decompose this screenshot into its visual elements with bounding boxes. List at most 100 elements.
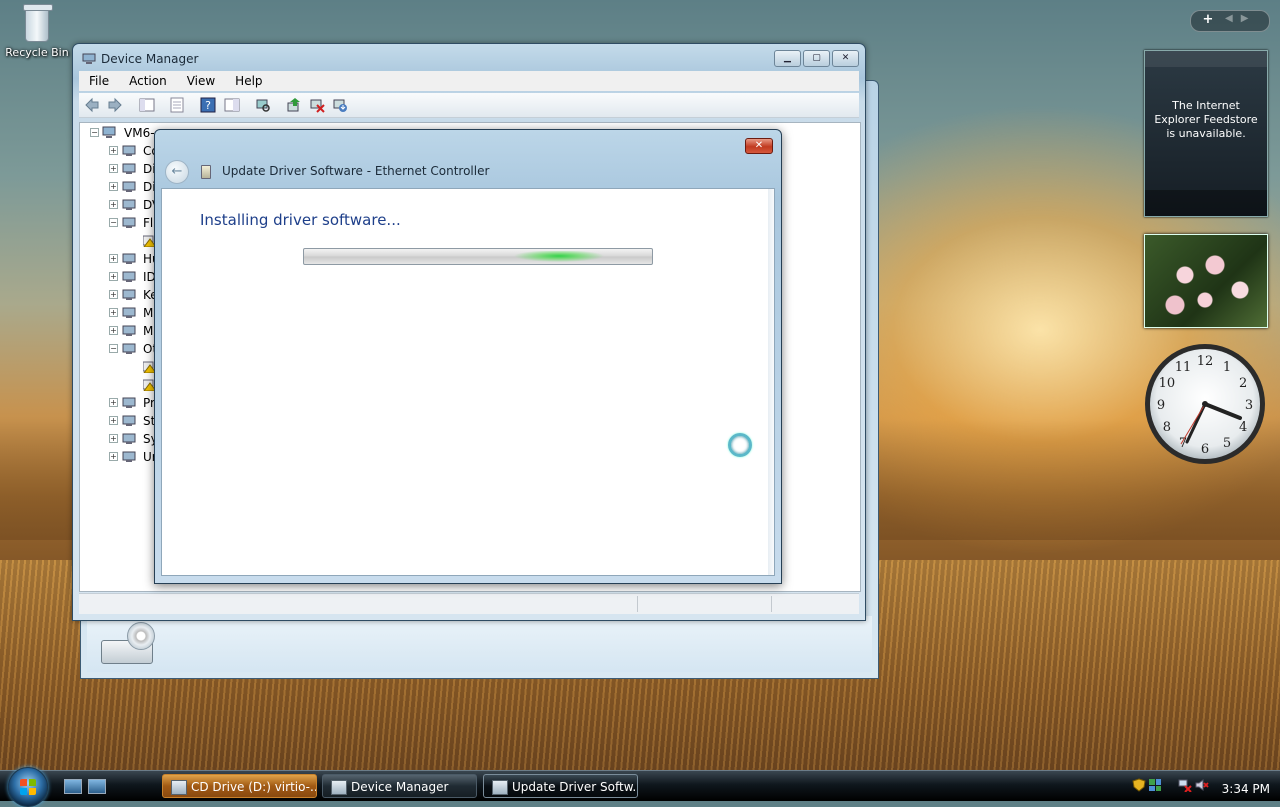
- security-shield-icon[interactable]: [1132, 778, 1146, 792]
- clock-numeral: 3: [1245, 398, 1253, 413]
- device-category-icon: [122, 217, 136, 228]
- clock-face-icon: 12 12 3 45678 9 1011: [1145, 344, 1265, 464]
- feed-headlines-gadget[interactable]: The Internet Explorer Feedstore is unava…: [1144, 50, 1268, 217]
- back-button[interactable]: ←: [165, 160, 189, 184]
- disable-device-icon[interactable]: [332, 97, 348, 113]
- taskbar-clock[interactable]: 3:34 PM: [1222, 777, 1270, 801]
- clock-numeral: 12: [1197, 354, 1214, 369]
- switch-windows-icon[interactable]: [88, 779, 106, 794]
- feed-gadget-message: The Internet Explorer Feedstore is unava…: [1154, 99, 1258, 140]
- windows-logo-icon: [20, 779, 36, 795]
- taskbar: CD Drive (D:) virtio-... Device Manager Up…: [0, 767, 1280, 807]
- show-hide-tree-icon[interactable]: [139, 97, 155, 113]
- computer-icon: [102, 126, 116, 138]
- taskbar-button-label: Device Manager: [351, 780, 449, 794]
- progress-marquee-glow: [514, 251, 604, 262]
- dialog-title: Update Driver Software - Ethernet Contro…: [222, 164, 490, 178]
- update-driver-icon[interactable]: [286, 97, 302, 113]
- expand-icon[interactable]: +: [109, 164, 118, 173]
- expand-icon[interactable]: +: [109, 416, 118, 425]
- collapse-icon[interactable]: −: [109, 218, 118, 227]
- menu-help[interactable]: Help: [225, 71, 272, 91]
- clock-numeral: 2: [1239, 376, 1247, 391]
- expand-icon[interactable]: +: [109, 254, 118, 263]
- device-category-icon: [122, 451, 136, 462]
- device-category-icon: [122, 307, 136, 318]
- action-pane-icon[interactable]: [224, 97, 240, 113]
- device-category-icon: [122, 415, 136, 426]
- device-category-icon: [122, 181, 136, 192]
- device-category-icon: [122, 289, 136, 300]
- toolbar: ?: [79, 93, 859, 118]
- menu-file[interactable]: File: [79, 71, 119, 91]
- notification-area: 3:34 PM: [1128, 774, 1280, 798]
- recycle-bin-shortcut[interactable]: Recycle Bin: [4, 2, 70, 59]
- uninstall-device-icon[interactable]: [309, 97, 325, 113]
- cd-drive-details-pane: [87, 616, 872, 672]
- properties-icon[interactable]: [169, 97, 185, 113]
- taskbar-button[interactable]: CD Drive (D:) virtio-...: [162, 774, 317, 798]
- taskbar-button-label: CD Drive (D:) virtio-...: [191, 780, 317, 794]
- tree-root-label: VM6-: [124, 126, 155, 140]
- maximize-button[interactable]: ▢: [803, 50, 830, 67]
- clock-numeral: 9: [1157, 398, 1165, 413]
- minimize-button[interactable]: ▁: [774, 50, 801, 67]
- forward-arrow-icon[interactable]: [107, 97, 123, 113]
- expand-icon[interactable]: +: [109, 398, 118, 407]
- taskbar-app-icon: [331, 780, 347, 795]
- gadget-nav-arrows-icon[interactable]: ◀▶: [1225, 13, 1256, 24]
- window-title: Device Manager: [101, 52, 199, 66]
- menu-action[interactable]: Action: [119, 71, 177, 91]
- expand-icon[interactable]: +: [109, 200, 118, 209]
- expand-icon[interactable]: +: [109, 290, 118, 299]
- add-gadget-button[interactable]: +: [1197, 12, 1219, 27]
- device-category-icon: [122, 325, 136, 336]
- close-button[interactable]: ✕: [832, 50, 859, 67]
- clock-numeral: 6: [1201, 442, 1209, 457]
- expand-icon[interactable]: +: [109, 326, 118, 335]
- show-desktop-icon[interactable]: [64, 779, 82, 794]
- scan-hardware-icon[interactable]: [255, 97, 271, 113]
- expand-icon[interactable]: +: [109, 308, 118, 317]
- cd-drive-icon: [99, 622, 157, 666]
- tree-item-label: M: [143, 324, 154, 338]
- menu-view[interactable]: View: [177, 71, 225, 91]
- start-button[interactable]: [8, 767, 48, 807]
- clock-gadget[interactable]: 12 1 2 3 4 5 6 7 8 9 10 11: [1143, 342, 1267, 466]
- expand-icon[interactable]: +: [109, 182, 118, 191]
- device-category-icon: [122, 397, 136, 408]
- clock-numeral: 4: [1239, 420, 1247, 435]
- svg-text:?: ?: [205, 99, 211, 112]
- taskbar-app-icon: [171, 780, 187, 795]
- taskbar-button[interactable]: Device Manager: [322, 774, 477, 798]
- device-category-icon: [122, 433, 136, 444]
- clock-numeral: 8: [1163, 420, 1171, 435]
- taskbar-button[interactable]: Update Driver Softw...: [483, 774, 638, 798]
- windows-update-icon[interactable]: [1148, 778, 1162, 792]
- clock-numeral: 11: [1175, 360, 1192, 375]
- tree-item-label: Fl: [143, 216, 154, 230]
- help-icon[interactable]: ?: [200, 97, 216, 113]
- device-category-icon: [122, 145, 136, 156]
- device-category-icon: [122, 163, 136, 174]
- slideshow-gadget[interactable]: [1144, 234, 1268, 328]
- tree-item-label: M: [143, 306, 154, 320]
- expand-icon[interactable]: +: [109, 452, 118, 461]
- collapse-icon[interactable]: −: [90, 128, 99, 137]
- status-bar: [79, 593, 859, 614]
- expand-icon[interactable]: +: [109, 272, 118, 281]
- busy-spinner-icon: [728, 433, 752, 457]
- progress-bar-marquee: [303, 248, 653, 265]
- volume-muted-icon[interactable]: [1195, 778, 1209, 792]
- recycle-bin-icon: [21, 2, 53, 42]
- collapse-icon[interactable]: −: [109, 344, 118, 353]
- dialog-close-button[interactable]: ✕: [745, 138, 773, 154]
- device-category-icon: [122, 343, 136, 354]
- device-category-icon: [122, 253, 136, 264]
- back-arrow-icon[interactable]: [84, 97, 100, 113]
- expand-icon[interactable]: +: [109, 146, 118, 155]
- menu-bar: File Action View Help: [79, 71, 859, 91]
- network-disconnected-icon[interactable]: [1178, 778, 1192, 792]
- expand-icon[interactable]: +: [109, 434, 118, 443]
- update-driver-dialog[interactable]: ✕ ← Update Driver Software - Ethernet Co…: [154, 129, 782, 584]
